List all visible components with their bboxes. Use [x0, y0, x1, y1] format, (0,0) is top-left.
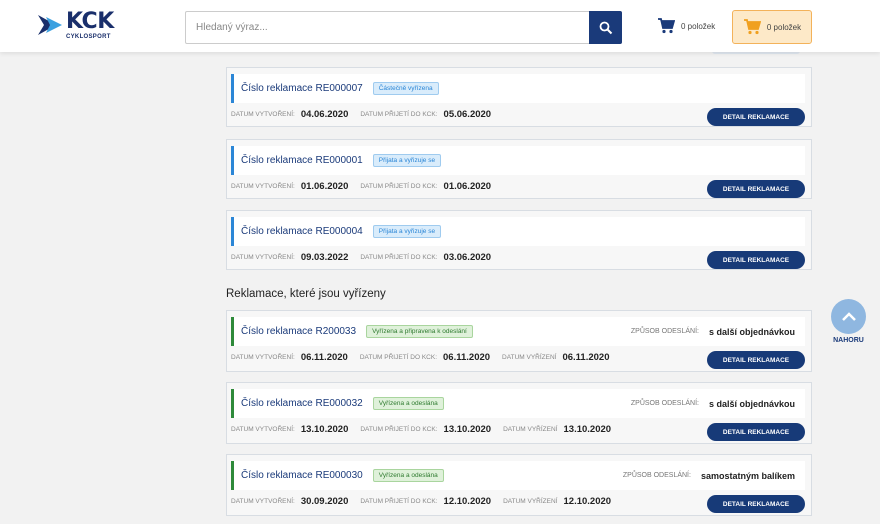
site-header: KCK CYKLOSPORT 0 položek 0 položek — [0, 0, 880, 52]
claim-header: Číslo reklamace RE000004 Přijata a vyřiz… — [231, 217, 805, 246]
status-badge: Přijata a vyřizuje se — [372, 154, 442, 167]
scroll-to-top-button[interactable]: NAHORU — [830, 299, 867, 344]
cart-icon — [743, 19, 761, 35]
claim-header: Číslo reklamace R200033 Vyřízena a připr… — [231, 317, 805, 346]
shipping-label: ZPŮSOB ODESLÁNÍ: — [630, 328, 699, 335]
status-badge: Vyřízena a připravena k odeslání — [366, 325, 473, 338]
resolved-label: DATUM VYŘÍZENÍ — [502, 354, 557, 361]
claim-number: Číslo reklamace RE000030 — [241, 470, 363, 481]
status-badge: Přijata a vyřizuje se — [372, 225, 442, 238]
status-badge: Vyřízena a odeslána — [372, 469, 444, 482]
shipping-method: s další objednávkou — [708, 326, 795, 337]
claim-header: Číslo reklamace RE000001 Přijata a vyřiz… — [231, 146, 805, 175]
resolved-date: 06.11.2020 — [562, 352, 610, 363]
shipping-label: ZPŮSOB ODESLÁNÍ: — [630, 400, 699, 407]
received-date: 01.06.2020 — [443, 181, 492, 192]
created-label: DATUM VYTVOŘENÍ: — [231, 354, 295, 361]
detail-button[interactable]: DETAIL REKLAMACE — [707, 351, 805, 369]
claim-header: Číslo reklamace RE000007 Částečně vyříze… — [231, 74, 805, 103]
claim-header: Číslo reklamace RE000030 Vyřízena a odes… — [231, 461, 805, 490]
search-icon — [599, 21, 612, 34]
detail-button[interactable]: DETAIL REKLAMACE — [707, 180, 805, 198]
claim-number: Číslo reklamace RE000032 — [241, 398, 363, 409]
logo-subtitle: CYKLOSPORT — [66, 33, 111, 40]
created-date: 09.03.2022 — [300, 252, 349, 263]
created-date: 01.06.2020 — [300, 181, 349, 192]
claim-number: Číslo reklamace RE000001 — [241, 155, 363, 166]
received-label: DATUM PŘIJETÍ DO KCK: — [360, 426, 438, 433]
status-badge: Vyřízena a odeslána — [372, 397, 444, 410]
cart-button[interactable]: 0 položek — [732, 10, 812, 44]
created-date: 13.10.2020 — [300, 424, 349, 435]
resolved-section-title: Reklamace, které jsou vyřízeny — [226, 288, 386, 300]
detail-button[interactable]: DETAIL REKLAMACE — [707, 108, 805, 126]
claim-number: Číslo reklamace R200033 — [241, 326, 357, 337]
cart-icon — [658, 18, 675, 34]
detail-button[interactable]: DETAIL REKLAMACE — [707, 495, 805, 513]
search-button[interactable] — [589, 11, 622, 44]
shipping-method: samostatným balíkem — [700, 470, 795, 481]
created-date: 30.09.2020 — [300, 496, 349, 507]
resolved-date: 12.10.2020 — [563, 496, 612, 507]
shipping-method: s další objednávkou — [708, 398, 795, 409]
created-date: 06.11.2020 — [300, 352, 348, 363]
received-date: 05.06.2020 — [443, 109, 492, 120]
claim-number: Číslo reklamace RE000004 — [241, 226, 363, 237]
logo-wordmark: KCK — [66, 8, 114, 34]
detail-button[interactable]: DETAIL REKLAMACE — [707, 251, 805, 269]
received-label: DATUM PŘIJETÍ DO KCK: — [360, 183, 438, 190]
cart-summary[interactable]: 0 položek — [657, 18, 715, 34]
received-label: DATUM PŘIJETÍ DO KCK: — [360, 498, 438, 505]
kck-logo[interactable]: KCK CYKLOSPORT — [36, 8, 126, 40]
claim-card: Číslo reklamace RE000030 Vyřízena a odes… — [226, 454, 812, 516]
received-label: DATUM PŘIJETÍ DO KCK: — [360, 111, 438, 118]
claim-card: Číslo reklamace RE000001 Přijata a vyřiz… — [226, 139, 812, 199]
search-bar — [185, 11, 622, 44]
received-date: 06.11.2020 — [443, 352, 491, 363]
received-date: 03.06.2020 — [443, 252, 492, 263]
created-label: DATUM VYTVOŘENÍ: — [231, 426, 295, 433]
claim-card: Číslo reklamace RE000004 Přijata a vyřiz… — [226, 210, 812, 270]
claim-card: Číslo reklamace R200033 Vyřízena a připr… — [226, 310, 812, 372]
created-label: DATUM VYTVOŘENÍ: — [231, 111, 295, 118]
received-label: DATUM PŘIJETÍ DO KCK: — [359, 354, 438, 361]
resolved-date: 13.10.2020 — [563, 424, 612, 435]
claim-card: Číslo reklamace RE000007 Částečně vyříze… — [226, 67, 812, 127]
claim-header: Číslo reklamace RE000032 Vyřízena a odes… — [231, 389, 805, 418]
received-date: 12.10.2020 — [443, 496, 492, 507]
scroll-top-circle — [831, 299, 866, 334]
resolved-label: DATUM VYŘÍZENÍ — [503, 426, 558, 433]
created-label: DATUM VYTVOŘENÍ: — [231, 183, 295, 190]
status-badge: Částečně vyřízena — [372, 82, 439, 95]
cart-count-label: 0 položek — [766, 22, 802, 32]
search-input[interactable] — [186, 12, 586, 43]
chevron-up-icon — [841, 311, 856, 321]
claim-card: Číslo reklamace RE000032 Vyřízena a odes… — [226, 382, 812, 444]
claim-number: Číslo reklamace RE000007 — [241, 83, 363, 94]
detail-button[interactable]: DETAIL REKLAMACE — [707, 423, 805, 441]
received-date: 13.10.2020 — [443, 424, 492, 435]
created-label: DATUM VYTVOŘENÍ: — [231, 498, 295, 505]
received-label: DATUM PŘIJETÍ DO KCK: — [360, 254, 438, 261]
logo-icon — [38, 15, 62, 35]
shipping-label: ZPŮSOB ODESLÁNÍ: — [622, 472, 691, 479]
scroll-top-label: NAHORU — [833, 337, 864, 344]
created-date: 04.06.2020 — [300, 109, 349, 120]
created-label: DATUM VYTVOŘENÍ: — [231, 254, 295, 261]
resolved-label: DATUM VYŘÍZENÍ — [503, 498, 558, 505]
cart-count-label: 0 položek — [681, 21, 716, 31]
